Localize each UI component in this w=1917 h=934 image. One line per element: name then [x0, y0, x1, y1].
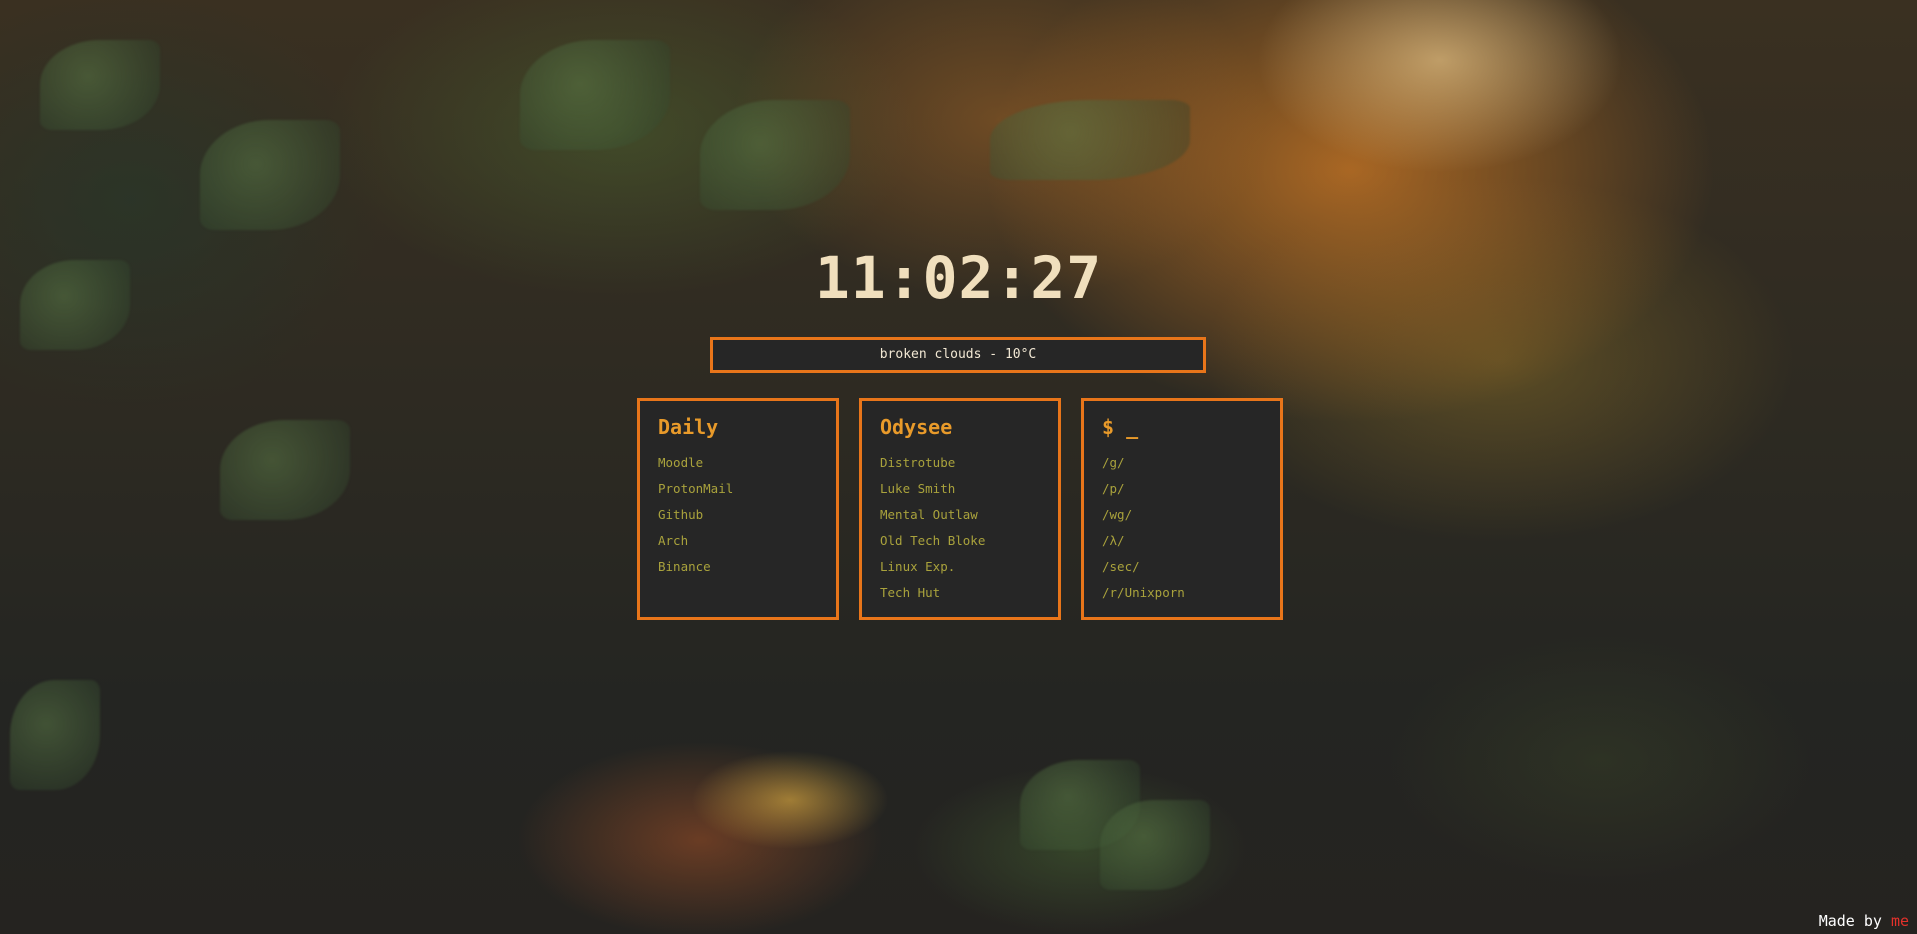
link-p-board[interactable]: /p/: [1102, 476, 1280, 502]
card-daily: Daily Moodle ProtonMail Github Arch Bina…: [637, 398, 839, 620]
card-terminal: $ _ /g/ /p/ /wg/ /λ/ /sec/ /r/Unixporn: [1081, 398, 1283, 620]
card-title: Daily: [658, 415, 719, 439]
link-old-tech-bloke[interactable]: Old Tech Bloke: [880, 528, 1058, 554]
background-leaf: [1100, 800, 1210, 890]
clock: 11:02:27: [814, 244, 1103, 312]
link-list: /g/ /p/ /wg/ /λ/ /sec/ /r/Unixporn: [1102, 450, 1280, 606]
link-list: Moodle ProtonMail Github Arch Binance: [658, 450, 836, 580]
card-title: $ _: [1102, 415, 1139, 439]
link-linux-exp[interactable]: Linux Exp.: [880, 554, 1058, 580]
link-arch[interactable]: Arch: [658, 528, 836, 554]
background-leaf: [220, 420, 350, 520]
background-leaf: [10, 680, 100, 790]
card-odysee: Odysee Distrotube Luke Smith Mental Outl…: [859, 398, 1061, 620]
background-leaf: [40, 40, 160, 130]
link-g-board[interactable]: /g/: [1102, 450, 1280, 476]
link-binance[interactable]: Binance: [658, 554, 836, 580]
background-leaf: [700, 100, 850, 210]
card-title: Odysee: [880, 415, 953, 439]
footer-link-me[interactable]: me: [1891, 912, 1909, 930]
link-mental-outlaw[interactable]: Mental Outlaw: [880, 502, 1058, 528]
link-moodle[interactable]: Moodle: [658, 450, 836, 476]
background-leaf: [520, 40, 670, 150]
background-leaf: [200, 120, 340, 230]
footer-prefix: Made by: [1818, 912, 1891, 930]
footer-credit: Made by me: [1819, 912, 1909, 930]
background-leaf: [990, 100, 1190, 180]
link-protonmail[interactable]: ProtonMail: [658, 476, 836, 502]
weather-bar: broken clouds - 10°C: [710, 337, 1206, 373]
link-list: Distrotube Luke Smith Mental Outlaw Old …: [880, 450, 1058, 606]
link-wg-board[interactable]: /wg/: [1102, 502, 1280, 528]
link-github[interactable]: Github: [658, 502, 836, 528]
link-luke-smith[interactable]: Luke Smith: [880, 476, 1058, 502]
link-sec-board[interactable]: /sec/: [1102, 554, 1280, 580]
link-tech-hut[interactable]: Tech Hut: [880, 580, 1058, 606]
link-distrotube[interactable]: Distrotube: [880, 450, 1058, 476]
link-r-unixporn[interactable]: /r/Unixporn: [1102, 580, 1280, 606]
link-lambda-board[interactable]: /λ/: [1102, 528, 1280, 554]
